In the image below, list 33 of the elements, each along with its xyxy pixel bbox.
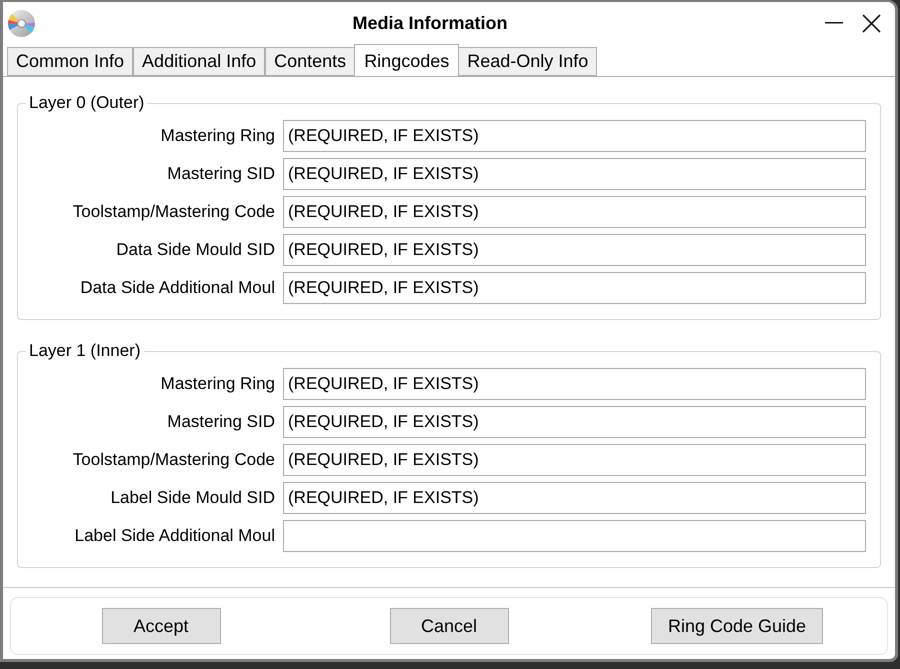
input-field[interactable]: (REQUIRED, IF EXISTS) — [283, 272, 866, 304]
input-field[interactable] — [283, 520, 866, 552]
input-field[interactable]: (REQUIRED, IF EXISTS) — [283, 158, 866, 190]
input-field[interactable]: (REQUIRED, IF EXISTS) — [283, 120, 866, 152]
field-label: Toolstamp/Mastering Code — [72, 201, 275, 223]
group-legend: Layer 1 (Inner) — [26, 340, 144, 362]
group-legend: Layer 0 (Outer) — [26, 92, 148, 114]
minimize-icon[interactable] — [825, 22, 843, 24]
field-label: Mastering Ring — [160, 125, 275, 147]
input-field[interactable]: (REQUIRED, IF EXISTS) — [283, 234, 866, 266]
field-label: Label Side Additional Moul — [74, 525, 275, 547]
tab[interactable]: Read-Only Info — [458, 47, 598, 76]
field-label: Toolstamp/Mastering Code — [72, 449, 275, 471]
tab[interactable]: Contents — [265, 47, 356, 76]
tab[interactable]: Common Info — [7, 47, 134, 76]
input-field[interactable]: (REQUIRED, IF EXISTS) — [283, 482, 866, 514]
disc-icon — [8, 10, 35, 36]
dialog-button[interactable]: Cancel — [390, 608, 508, 644]
tab[interactable]: Additional Info — [133, 47, 266, 76]
field-label: Mastering SID — [167, 163, 275, 185]
field-label: Mastering Ring — [160, 373, 275, 395]
dialog-button[interactable]: Ring Code Guide — [650, 608, 824, 644]
field-label: Data Side Mould SID — [116, 239, 275, 261]
field-label: Mastering SID — [167, 411, 275, 433]
window-title: Media Information — [352, 12, 508, 34]
input-field[interactable]: (REQUIRED, IF EXISTS) — [283, 444, 866, 476]
input-field[interactable]: (REQUIRED, IF EXISTS) — [283, 196, 866, 228]
field-label: Label Side Mould SID — [110, 487, 275, 509]
close-icon[interactable] — [862, 14, 881, 32]
input-field[interactable]: (REQUIRED, IF EXISTS) — [283, 406, 866, 438]
input-field[interactable]: (REQUIRED, IF EXISTS) — [283, 368, 866, 400]
field-label: Data Side Additional Moul — [80, 277, 275, 299]
dialog-button[interactable]: Accept — [102, 608, 220, 644]
